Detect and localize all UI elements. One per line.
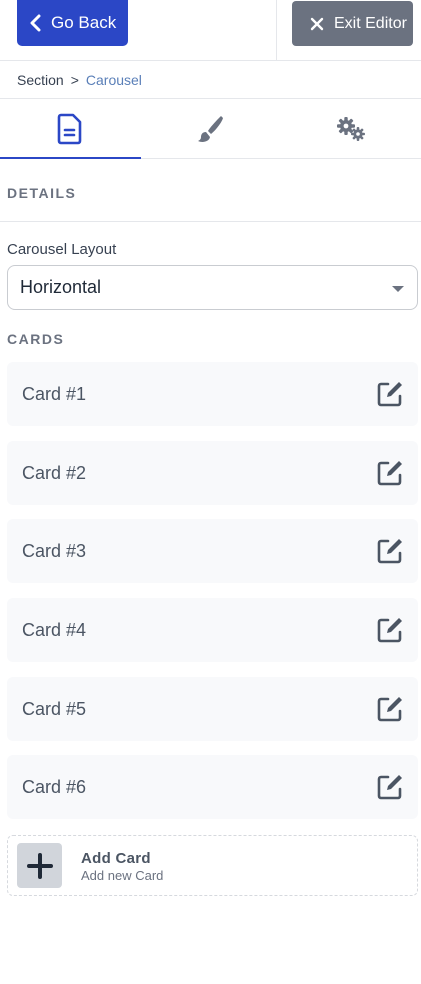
- edit-icon[interactable]: [376, 537, 404, 565]
- add-card-title: Add Card: [81, 850, 151, 867]
- card-label: Card #6: [22, 776, 87, 797]
- tab-style[interactable]: [140, 99, 280, 158]
- chevron-down-icon: [392, 286, 404, 292]
- carousel-layout-label: Carousel Layout: [7, 241, 117, 258]
- card-item[interactable]: Card #2: [7, 441, 418, 505]
- edit-icon[interactable]: [376, 459, 404, 487]
- card-label: Card #5: [22, 698, 87, 719]
- card-item[interactable]: Card #6: [7, 755, 418, 819]
- edit-icon[interactable]: [376, 773, 404, 801]
- gears-icon: [336, 116, 365, 141]
- chevron-left-icon: [30, 14, 41, 32]
- carousel-layout-select[interactable]: Horizontal: [7, 265, 418, 310]
- details-heading: DETAILS: [7, 185, 77, 201]
- edit-icon[interactable]: [376, 380, 404, 408]
- exit-editor-button[interactable]: Exit Editor: [292, 1, 413, 46]
- brush-icon: [198, 115, 224, 142]
- editor-tabs: [0, 99, 421, 159]
- card-label: Card #3: [22, 540, 87, 561]
- carousel-layout-value: Horizontal: [20, 277, 102, 297]
- document-icon: [57, 113, 82, 144]
- card-item[interactable]: Card #3: [7, 519, 418, 583]
- breadcrumb-current: Carousel: [85, 72, 142, 88]
- add-card-subtitle: Add new Card: [81, 868, 164, 883]
- header-divider: [276, 0, 277, 60]
- cards-heading: CARDS: [7, 331, 65, 347]
- card-label: Card #2: [22, 462, 87, 483]
- card-item[interactable]: Card #1: [7, 362, 418, 426]
- top-bar: Go Back Exit Editor: [0, 0, 421, 61]
- card-item[interactable]: Card #5: [7, 677, 418, 741]
- add-card-button[interactable]: Add Card Add new Card: [7, 835, 418, 896]
- tab-content[interactable]: [0, 99, 142, 159]
- plus-icon: [17, 843, 62, 888]
- close-icon: [310, 17, 324, 30]
- card-item[interactable]: Card #4: [7, 598, 418, 662]
- card-label: Card #4: [22, 619, 87, 640]
- go-back-label: Go Back: [51, 13, 117, 32]
- details-divider: [0, 221, 421, 222]
- breadcrumb: Section > Carousel: [17, 72, 142, 88]
- tab-settings[interactable]: [281, 99, 421, 158]
- breadcrumb-separator: >: [70, 72, 79, 88]
- exit-editor-label: Exit Editor: [334, 14, 407, 32]
- breadcrumb-root[interactable]: Section: [17, 72, 64, 88]
- edit-icon[interactable]: [376, 695, 404, 723]
- edit-icon[interactable]: [376, 616, 404, 644]
- go-back-button[interactable]: Go Back: [17, 0, 128, 46]
- card-label: Card #1: [22, 383, 87, 404]
